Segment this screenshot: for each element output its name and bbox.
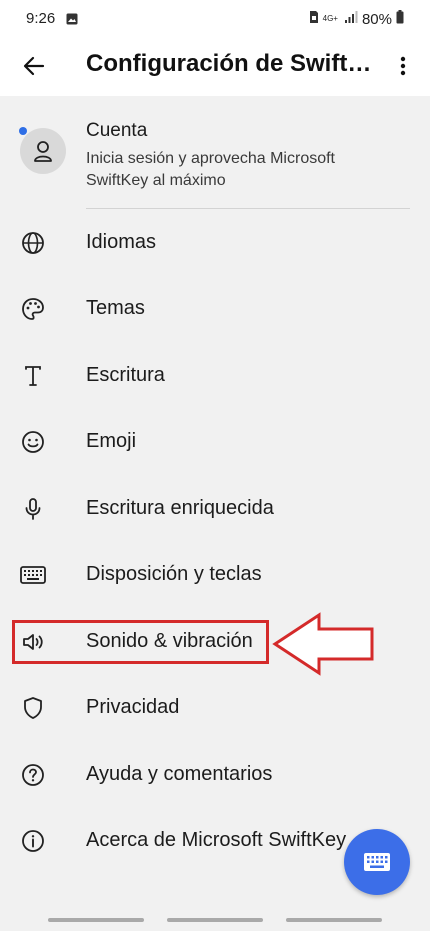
menu-item-escritura-enriquecida[interactable]: Escritura enriquecida: [0, 484, 430, 534]
keyboard-icon: [20, 562, 46, 588]
person-icon: [34, 141, 52, 162]
back-arrow-icon: [23, 56, 45, 76]
more-options-button[interactable]: [388, 48, 418, 84]
nav-handle-center[interactable]: [167, 918, 263, 922]
account-row[interactable]: Cuenta Inicia sesión y aprovecha Microso…: [0, 114, 430, 194]
signal-icon: [344, 10, 358, 28]
menu-item-privacidad[interactable]: Privacidad: [0, 683, 430, 733]
notification-dot: [19, 127, 27, 135]
menu-item-ayuda[interactable]: Ayuda y comentarios: [0, 750, 430, 800]
menu-item-label: Disposición y teclas: [86, 563, 262, 585]
menu-item-label: Temas: [86, 297, 145, 319]
menu-item-temas[interactable]: Temas: [0, 284, 430, 334]
app-bar: Configuración de Swift…: [0, 38, 430, 96]
globe-icon: [20, 230, 46, 256]
page-title: Configuración de Swift…: [86, 50, 372, 77]
menu-item-disposicion-teclas[interactable]: Disposición y teclas: [0, 550, 430, 600]
microphone-icon: [20, 496, 46, 522]
avatar: [20, 128, 66, 174]
menu-item-escritura[interactable]: Escritura: [0, 351, 430, 401]
red-arrow-annotation: [272, 612, 374, 676]
status-time: 9:26: [26, 10, 56, 27]
battery-percent: 80%: [361, 10, 392, 28]
menu-item-label: Ayuda y comentarios: [86, 763, 273, 785]
highlight-box: [12, 620, 269, 664]
menu-item-label: Escritura: [86, 364, 165, 386]
menu-item-label: Acerca de Microsoft SwiftKey: [86, 829, 347, 851]
sim-icon: [309, 10, 319, 28]
menu-item-idiomas[interactable]: Idiomas: [0, 218, 430, 268]
keyboard-fab-button[interactable]: [344, 829, 410, 895]
menu-item-label: Idiomas: [86, 231, 157, 253]
status-bar: 9:26 4G+ 80%: [0, 0, 430, 38]
text-icon: [20, 363, 46, 389]
account-title: Cuenta: [86, 120, 148, 141]
menu-item-emoji[interactable]: Emoji: [0, 417, 430, 467]
info-icon: [20, 828, 46, 854]
network-type: 4G+: [322, 14, 338, 23]
menu-item-label: Privacidad: [86, 696, 180, 718]
shield-icon: [20, 695, 46, 721]
nav-handle-right[interactable]: [286, 918, 382, 922]
menu-item-label: Escritura enriquecida: [86, 497, 274, 519]
battery-icon: [396, 10, 404, 28]
divider: [86, 208, 410, 209]
help-icon: [20, 762, 46, 788]
more-vert-icon: [400, 56, 406, 76]
account-subtitle: Inicia sesión y aprovecha Microsoft Swif…: [86, 150, 335, 189]
palette-icon: [20, 296, 46, 322]
keyboard-icon: [364, 853, 390, 871]
status-right: 4G+ 80%: [309, 10, 404, 28]
nav-handle-left[interactable]: [48, 918, 144, 922]
back-button[interactable]: [16, 48, 52, 84]
menu-item-label: Emoji: [86, 430, 137, 452]
image-notification-icon: [66, 12, 78, 30]
smiley-icon: [20, 429, 46, 455]
